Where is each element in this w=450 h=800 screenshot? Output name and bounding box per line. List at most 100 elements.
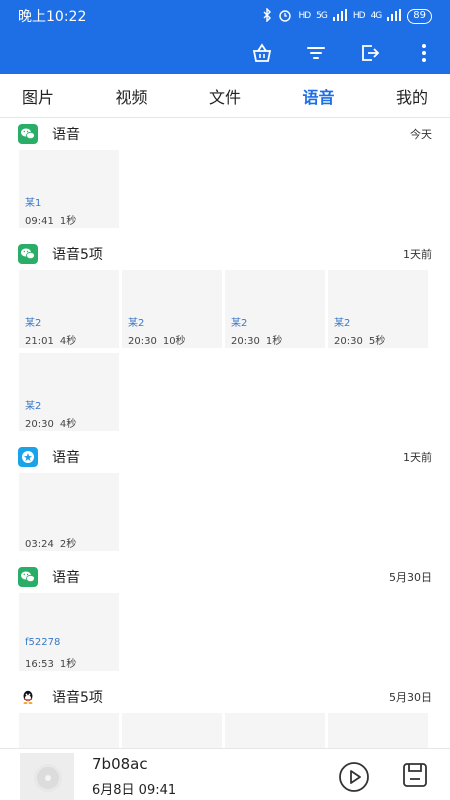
- player-title: 7b08ac: [92, 755, 148, 773]
- voice-duration: 10秒: [162, 336, 186, 347]
- status-time: 晚上10:22: [18, 9, 87, 25]
- net2-label: 4G: [370, 11, 383, 21]
- tab-files[interactable]: 文件: [209, 84, 241, 108]
- voice-sender: 某2: [25, 318, 42, 329]
- player-subtitle: 6月8日 09:41: [92, 783, 177, 798]
- voice-duration: 1秒: [59, 216, 77, 227]
- voice-time: 20:30: [231, 336, 260, 347]
- player-thumbnail: [20, 753, 74, 800]
- voice-group: 语音 今天某1 09:41 1秒: [0, 118, 450, 230]
- battery-icon: 89: [407, 8, 432, 24]
- tab-mine[interactable]: 我的: [396, 84, 428, 108]
- voice-meta: 20:30 4秒: [25, 415, 76, 430]
- voice-duration: 1秒: [59, 659, 77, 670]
- voice-sender: 某2: [128, 318, 145, 329]
- group-header: 语音5项 5月30日: [18, 681, 432, 713]
- group-date: 1天前: [403, 248, 432, 261]
- status-bar: 晚上10:22 HD 5G HD 4G 89: [0, 0, 450, 32]
- category-tabs: 图片 视频 文件 语音 我的: [0, 74, 450, 118]
- voice-sender: 某2: [25, 401, 42, 412]
- export-icon[interactable]: [358, 41, 382, 65]
- top-toolbar: [0, 32, 450, 74]
- voice-duration: 2秒: [59, 539, 77, 550]
- group-date: 1天前: [403, 451, 432, 464]
- battery-level: 89: [413, 10, 426, 21]
- group-date: 今天: [410, 128, 432, 141]
- voice-grid: 某2 21:01 4秒 某2 20:30 10秒 某2 20:30 1秒 某2 20:30 5秒 某2 2…: [19, 270, 432, 433]
- signal-bars-icon-2: [387, 8, 402, 24]
- voice-grid: f52278 16:53 1秒: [19, 593, 432, 673]
- voice-feed[interactable]: 语音 今天 某1 09:41 1秒 语音5项 1天前 某2 21:01 4秒 某2 20:30 10秒某…: [0, 118, 450, 748]
- wechat-icon: [18, 567, 38, 587]
- voice-meta: 20:30 1秒: [231, 332, 282, 347]
- group-title: 语音5项: [52, 690, 103, 706]
- group-header: 语音 今天: [18, 118, 432, 150]
- voice-time: 20:30: [334, 336, 363, 347]
- voice-time: 09:41: [25, 216, 54, 227]
- voice-meta: 03:24 2秒: [25, 535, 76, 550]
- wechat-icon: [18, 124, 38, 144]
- voice-time: 21:01: [25, 336, 54, 347]
- basket-icon[interactable]: [250, 41, 274, 65]
- star-app-icon: [18, 447, 38, 467]
- group-title: 语音: [52, 127, 80, 143]
- voice-card[interactable]: [225, 713, 325, 748]
- bluetooth-icon: [262, 6, 272, 25]
- group-date: 5月30日: [389, 691, 432, 704]
- voice-sender: 某2: [231, 318, 248, 329]
- voice-card[interactable]: 某2 20:30 1秒: [225, 270, 325, 348]
- group-title: 语音5项: [52, 247, 103, 263]
- voice-duration: 1秒: [265, 336, 283, 347]
- voice-duration: 4秒: [59, 336, 77, 347]
- voice-time: 03:24: [25, 539, 54, 550]
- voice-sender: 某2: [334, 318, 351, 329]
- group-date: 5月30日: [389, 571, 432, 584]
- voice-meta: 16:53 1秒: [25, 655, 76, 670]
- play-icon: [339, 762, 369, 792]
- voice-card[interactable]: [19, 713, 119, 748]
- tab-videos[interactable]: 视频: [115, 84, 147, 108]
- voice-time: 20:30: [25, 419, 54, 430]
- voice-sender: 某1: [25, 198, 42, 209]
- filter-icon[interactable]: [304, 41, 328, 65]
- voice-meta: 20:30 5秒: [334, 332, 385, 347]
- save-icon: [403, 763, 427, 787]
- save-button[interactable]: [401, 761, 429, 789]
- signal-bars-icon: [332, 8, 347, 24]
- group-header: 语音 5月30日: [18, 561, 432, 593]
- voice-card[interactable]: 某1 09:41 1秒: [19, 150, 119, 228]
- voice-duration: 4秒: [59, 419, 77, 430]
- voice-group: 语音5项 5月30日: [0, 681, 450, 748]
- tab-voice[interactable]: 语音: [302, 84, 334, 108]
- hd-signal-icon: HD: [298, 11, 311, 21]
- disc-icon: [34, 764, 62, 792]
- voice-card[interactable]: 某2 21:01 4秒: [19, 270, 119, 348]
- voice-group: 语音5项 1天前 某2 21:01 4秒 某2 20:30 10秒 某2 20:30 1秒 某2 20:…: [0, 238, 450, 433]
- voice-meta: 09:41 1秒: [25, 212, 76, 227]
- voice-card[interactable]: 某2 20:30 10秒: [122, 270, 222, 348]
- more-vert-icon[interactable]: [412, 41, 436, 65]
- voice-card[interactable]: 某2 20:30 4秒: [19, 353, 119, 431]
- play-button[interactable]: [338, 761, 370, 793]
- voice-grid: 03:24 2秒: [19, 473, 432, 553]
- voice-card[interactable]: 03:24 2秒: [19, 473, 119, 551]
- voice-card[interactable]: 某2 20:30 5秒: [328, 270, 428, 348]
- alarm-icon: [278, 8, 292, 25]
- voice-card[interactable]: [328, 713, 428, 748]
- qq-penguin-icon: [18, 687, 38, 707]
- voice-time: 20:30: [128, 336, 157, 347]
- voice-group: 语音 1天前 03:24 2秒: [0, 441, 450, 553]
- group-title: 语音: [52, 570, 80, 586]
- tab-images[interactable]: 图片: [22, 84, 54, 108]
- voice-meta: 21:01 4秒: [25, 332, 76, 347]
- voice-card[interactable]: [122, 713, 222, 748]
- group-title: 语音: [52, 450, 80, 466]
- group-header: 语音5项 1天前: [18, 238, 432, 270]
- wechat-icon: [18, 244, 38, 264]
- voice-sender: f52278: [25, 637, 61, 648]
- voice-grid: [19, 713, 432, 748]
- voice-card[interactable]: f52278 16:53 1秒: [19, 593, 119, 671]
- voice-time: 16:53: [25, 659, 54, 670]
- mini-player[interactable]: 7b08ac 6月8日 09:41: [0, 748, 450, 800]
- voice-group: 语音 5月30日 f52278 16:53 1秒: [0, 561, 450, 673]
